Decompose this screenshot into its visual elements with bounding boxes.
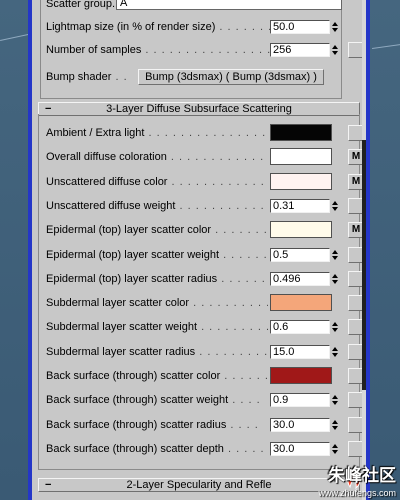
param-value-spinner[interactable] (332, 199, 338, 213)
param-value-input[interactable]: 30.0 (270, 418, 330, 432)
bump-shader-button[interactable]: Bump (3dsmax) ( Bump (3dsmax) ) (138, 69, 324, 85)
param-value-input[interactable]: 15.0 (270, 345, 330, 359)
color-swatch[interactable] (270, 124, 332, 141)
lightmap-size-input[interactable]: 50.0 (270, 20, 330, 34)
scrollbar-thumb[interactable] (362, 140, 366, 390)
param-label: Epidermal (top) layer scatter weight . .… (46, 249, 268, 261)
param-value-spinner[interactable] (332, 272, 338, 286)
param-value-input[interactable]: 0.31 (270, 199, 330, 213)
samples-spinner[interactable] (332, 43, 338, 57)
param-label: Overall diffuse coloration . . . . . . .… (46, 151, 268, 163)
color-swatch[interactable] (270, 148, 332, 165)
panel-content: Scatter group... A Lightmap size (in % o… (38, 0, 364, 500)
param-value-spinner[interactable] (332, 320, 338, 334)
watermark-url: www.zhufengs.com (318, 488, 396, 498)
param-label: Subdermal layer scatter radius . . . . .… (46, 346, 268, 358)
param-label: Epidermal (top) layer scatter color . . … (46, 224, 268, 236)
param-label: Back surface (through) scatter color . .… (46, 370, 268, 382)
param-value-input[interactable]: 0.496 (270, 272, 330, 286)
watermark-text: 朱峰社区 (328, 466, 396, 486)
param-value-input[interactable]: 0.6 (270, 320, 330, 334)
param-label: Subdermal layer scatter color . . . . . … (46, 297, 268, 309)
samples-input[interactable]: 256 (270, 43, 330, 57)
color-swatch[interactable] (270, 221, 332, 238)
rollout-2layer-header[interactable]: − 2-Layer Specularity and Refle (38, 478, 360, 492)
lightmap-size-spinner[interactable] (332, 20, 338, 34)
param-label: Back surface (through) scatter weight . … (46, 394, 261, 406)
param-label: Ambient / Extra light . . . . . . . . . … (46, 127, 268, 139)
param-value-input[interactable]: 0.9 (270, 393, 330, 407)
param-label: Back surface (through) scatter radius . … (46, 419, 259, 431)
rollout-3layer-frame (38, 114, 360, 470)
param-label: Back surface (through) scatter depth . .… (46, 443, 268, 455)
material-parameters-panel: Scatter group... A Lightmap size (in % o… (28, 0, 370, 500)
param-value-spinner[interactable] (332, 248, 338, 262)
param-value-input[interactable]: 30.0 (270, 442, 330, 456)
scatter-group-label: Scatter group... (46, 0, 122, 10)
rollout-collapse-icon: − (45, 479, 52, 491)
param-label: Epidermal (top) layer scatter radius . .… (46, 273, 266, 285)
param-value-spinner[interactable] (332, 418, 338, 432)
param-value-input[interactable]: 0.5 (270, 248, 330, 262)
param-label: Unscattered diffuse weight . . . . . . .… (46, 200, 268, 212)
color-swatch[interactable] (270, 367, 332, 384)
panel-scrollbar[interactable] (362, 0, 366, 500)
rollout-2layer-title: 2-Layer Specularity and Refle (126, 479, 272, 491)
param-value-spinner[interactable] (332, 345, 338, 359)
color-swatch[interactable] (270, 294, 332, 311)
lightmap-size-label: Lightmap size (in % of render size) . . … (46, 21, 289, 33)
param-value-spinner[interactable] (332, 393, 338, 407)
param-label: Subdermal layer scatter weight . . . . .… (46, 321, 268, 333)
scatter-group-input[interactable]: A (116, 0, 342, 10)
bump-shader-label: Bump shader . . (46, 71, 128, 83)
param-value-spinner[interactable] (332, 442, 338, 456)
param-label: Unscattered diffuse color . . . . . . . … (46, 176, 268, 188)
color-swatch[interactable] (270, 173, 332, 190)
